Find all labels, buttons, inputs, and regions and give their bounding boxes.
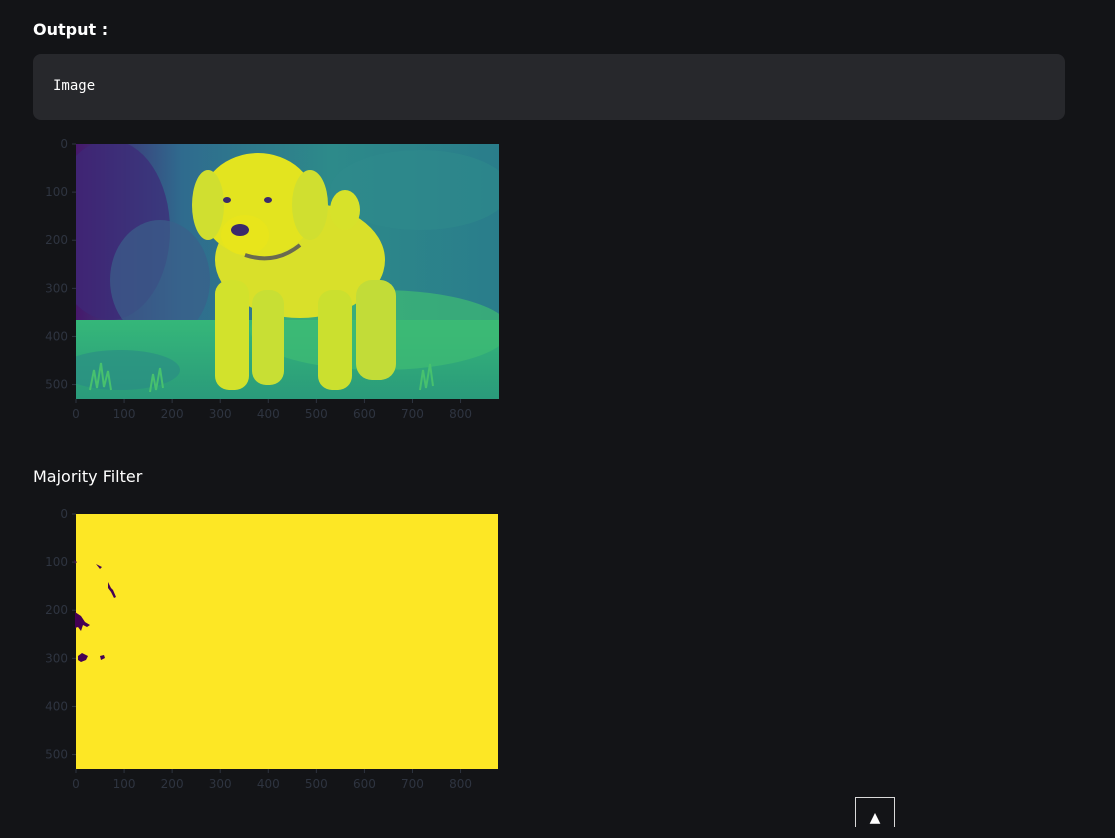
x-tick-label: 200 [161, 777, 184, 791]
y-tick-label: 200 [45, 233, 68, 247]
x-tick-label: 200 [161, 407, 184, 421]
x-tick-label: 0 [72, 407, 80, 421]
y-tick-label: 300 [45, 651, 68, 665]
majority-filter-plot: 0 100 200 300 400 500 600 700 800 0 100 200 300 400 50… [0, 500, 520, 800]
x-tick-label: 600 [353, 777, 376, 791]
x-tick-label: 700 [401, 777, 424, 791]
majority-filter-image [74, 514, 498, 769]
x-tick-label: 100 [113, 777, 136, 791]
y-tick-label: 400 [45, 329, 68, 343]
y-tick-label: 300 [45, 281, 68, 295]
x-tick-label: 500 [305, 777, 328, 791]
y-tick-label: 400 [45, 699, 68, 713]
x-tick-label: 800 [449, 407, 472, 421]
x-tick-label: 400 [257, 777, 280, 791]
x-tick-label: 500 [305, 407, 328, 421]
code-output-block: Image [33, 54, 1065, 120]
y-tick-label: 100 [45, 555, 68, 569]
x-tick-label: 800 [449, 777, 472, 791]
x-tick-label: 300 [209, 777, 232, 791]
y-tick-label: 100 [45, 185, 68, 199]
x-tick-label: 300 [209, 407, 232, 421]
y-tick-label: 500 [45, 378, 68, 392]
y-tick-label: 0 [60, 137, 68, 151]
majority-filter-chart: 0 100 200 300 400 500 600 700 800 0 100 200 300 400 50… [45, 507, 498, 791]
y-tick-label: 0 [60, 507, 68, 521]
arrow-up-icon: ▲ [869, 810, 881, 826]
puppy-image-plot: 0 100 200 300 400 500 600 700 800 0 100 200 300 400 50… [0, 130, 520, 430]
output-heading: Output : [33, 20, 109, 39]
x-tick-label: 400 [257, 407, 280, 421]
x-tick-label: 600 [353, 407, 376, 421]
code-output-text: Image [53, 78, 96, 94]
x-tick-label: 0 [72, 777, 80, 791]
scroll-to-top-button[interactable]: ▲ [855, 797, 895, 827]
majority-filter-heading: Majority Filter [33, 467, 143, 486]
x-tick-label: 100 [113, 407, 136, 421]
x-tick-label: 700 [401, 407, 424, 421]
y-tick-label: 500 [45, 748, 68, 762]
puppy-image [76, 144, 499, 399]
y-tick-label: 200 [45, 603, 68, 617]
puppy-image-chart: 0 100 200 300 400 500 600 700 800 0 100 200 300 400 50… [45, 137, 499, 421]
